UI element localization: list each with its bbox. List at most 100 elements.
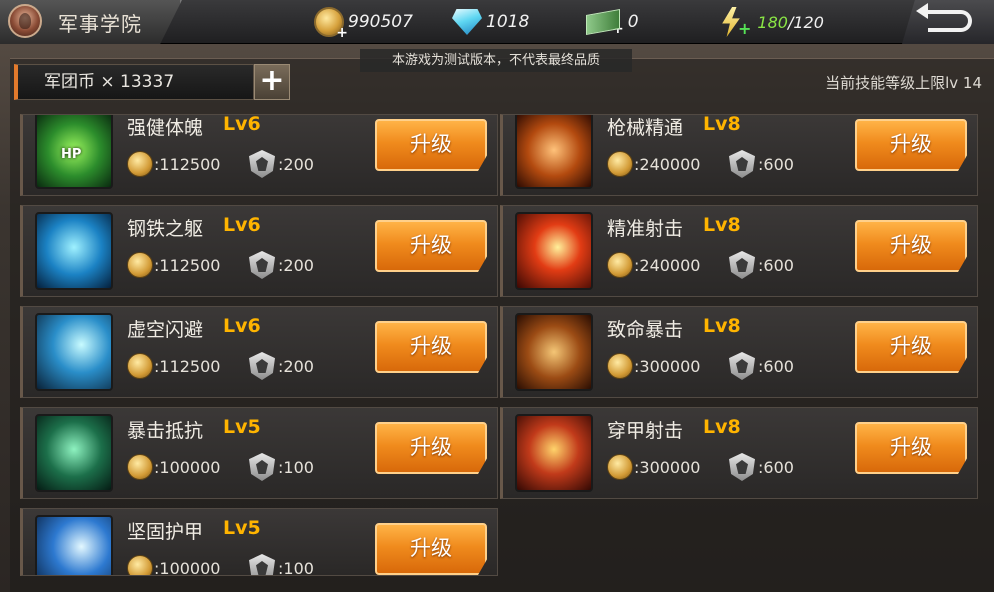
- skill-card: 致命暴击 Lv8:300000:600 升级: [500, 306, 978, 398]
- top-bar: 军事学院 990507 1018 + 0 + 180 /120: [0, 0, 994, 44]
- skill-card: HP 强健体魄 Lv6 :112500 :200 升级: [20, 114, 498, 196]
- skill-name: 致命暴击: [607, 319, 684, 341]
- medal-cost: :200: [278, 256, 314, 275]
- medal-cost: :600: [758, 256, 794, 275]
- skill-level: Lv8: [703, 315, 741, 337]
- page-title: 军事学院: [58, 12, 142, 36]
- test-version-notice: 本游戏为测试版本，不代表最终品质: [360, 49, 632, 72]
- gold-amount: 990507: [348, 12, 413, 32]
- target-icon: [515, 212, 593, 290]
- medal-icon: [249, 251, 275, 279]
- medal-icon: [729, 352, 755, 380]
- energy-plus-icon: +: [738, 18, 752, 38]
- skill-name: 枪械精通: [607, 117, 684, 139]
- gold-coin-icon: [127, 555, 153, 575]
- armor-pierce-icon: [515, 414, 593, 492]
- medal-icon: [249, 453, 275, 481]
- gold-cost: :100000: [154, 458, 221, 477]
- medal-icon: [249, 554, 275, 575]
- skill-card: 钢铁之躯 Lv6 :112500 :200 升级: [20, 205, 498, 297]
- hp-icon: HP: [35, 115, 113, 189]
- skill-level: Lv6: [223, 315, 261, 337]
- helmet-icon: [35, 414, 113, 492]
- skill-name: 钢铁之躯: [127, 218, 204, 240]
- upgrade-button[interactable]: 升级: [375, 220, 487, 272]
- skill-level: Lv8: [703, 214, 741, 236]
- skill-name: 坚固护甲: [127, 521, 204, 543]
- gold-coin-icon: [314, 7, 348, 41]
- skill-level: Lv8: [703, 114, 741, 135]
- energy-max: /120: [787, 12, 824, 32]
- gold-coin-icon: [607, 151, 633, 177]
- gold-coin-icon: [127, 454, 153, 480]
- skill-card: 枪械精通 Lv8 :240000 :600 升级: [500, 114, 978, 196]
- medal-cost: :200: [278, 155, 314, 174]
- gold-cost: :112500: [154, 357, 221, 376]
- gold-coin-icon: [127, 151, 153, 177]
- add-legion-coin-button[interactable]: +: [254, 64, 290, 100]
- upgrade-button[interactable]: 升级: [855, 321, 967, 373]
- skill-card: 虚空闪避 Lv6 :112500 :200 升级: [20, 306, 498, 398]
- skill-card: 坚固护甲 Lv5:100000:100 升级: [20, 508, 498, 576]
- gold-cost: :240000: [634, 155, 701, 174]
- armor-icon: [35, 515, 113, 575]
- gold-cost: :112500: [154, 155, 221, 174]
- back-arrow-icon: [916, 3, 972, 32]
- medal-icon: [249, 150, 275, 178]
- gold-coin-icon: [607, 252, 633, 278]
- upgrade-button[interactable]: 升级: [375, 119, 487, 171]
- skill-card: 穿甲射击 Lv8 :300000 :600 升级: [500, 407, 978, 499]
- medal-cost: :200: [278, 357, 314, 376]
- diamond-amount: 1018: [486, 12, 530, 32]
- cash-resource[interactable]: + 0: [586, 6, 639, 38]
- energy-resource[interactable]: + 180 /120: [720, 6, 824, 38]
- back-button[interactable]: [902, 0, 994, 44]
- gold-coin-icon: [127, 353, 153, 379]
- upgrade-button[interactable]: 升级: [375, 321, 487, 373]
- skill-name: 暴击抵抗: [127, 420, 204, 442]
- gold-coin-icon: [127, 252, 153, 278]
- upgrade-button[interactable]: 升级: [375, 523, 487, 575]
- skill-name: 穿甲射击: [607, 420, 684, 442]
- skill-level-limit: 当前技能等级上限lv 14: [825, 74, 982, 92]
- skill-name: 精准射击: [607, 218, 684, 240]
- diamond-icon: [452, 9, 482, 35]
- medal-icon: [729, 251, 755, 279]
- medal-cost: :600: [758, 155, 794, 174]
- gold-resource[interactable]: 990507: [314, 6, 413, 41]
- medal-cost: :600: [758, 357, 794, 376]
- gold-cost: :300000: [634, 458, 701, 477]
- rifle-icon: [515, 115, 593, 189]
- cash-amount: 0: [627, 12, 639, 32]
- skull-icon: [515, 313, 593, 391]
- skill-name: 虚空闪避: [127, 319, 204, 341]
- medal-cost: :100: [278, 559, 314, 576]
- steel-body-icon: [35, 212, 113, 290]
- medal-icon: [249, 352, 275, 380]
- medal-icon: [729, 150, 755, 178]
- medal-icon: [729, 453, 755, 481]
- diamond-resource[interactable]: 1018: [452, 6, 529, 38]
- academy-emblem-icon: [8, 4, 42, 38]
- gold-cost: :112500: [154, 256, 221, 275]
- upgrade-button[interactable]: 升级: [855, 119, 967, 171]
- medal-cost: :600: [758, 458, 794, 477]
- upgrade-button[interactable]: 升级: [375, 422, 487, 474]
- skill-card: 精准射击 Lv8 :240000 :600 升级: [500, 205, 978, 297]
- gold-cost: :100000: [154, 559, 221, 576]
- upgrade-button[interactable]: 升级: [855, 422, 967, 474]
- gold-cost: :240000: [634, 256, 701, 275]
- energy-current: 180: [757, 12, 788, 32]
- skill-level: Lv6: [223, 114, 261, 135]
- legion-coin-display: 军团币 × 13337: [14, 64, 254, 100]
- icon-label: HP: [61, 147, 82, 162]
- gold-coin-icon: [607, 454, 633, 480]
- skill-level: Lv5: [223, 416, 261, 438]
- upgrade-button[interactable]: 升级: [855, 220, 967, 272]
- skill-level: Lv8: [703, 416, 741, 438]
- skill-name: 强健体魄: [127, 117, 204, 139]
- skill-level: Lv6: [223, 214, 261, 236]
- medal-cost: :100: [278, 458, 314, 477]
- gold-coin-icon: [607, 353, 633, 379]
- skill-card: 暴击抵抗 Lv5 :100000 :100 升级: [20, 407, 498, 499]
